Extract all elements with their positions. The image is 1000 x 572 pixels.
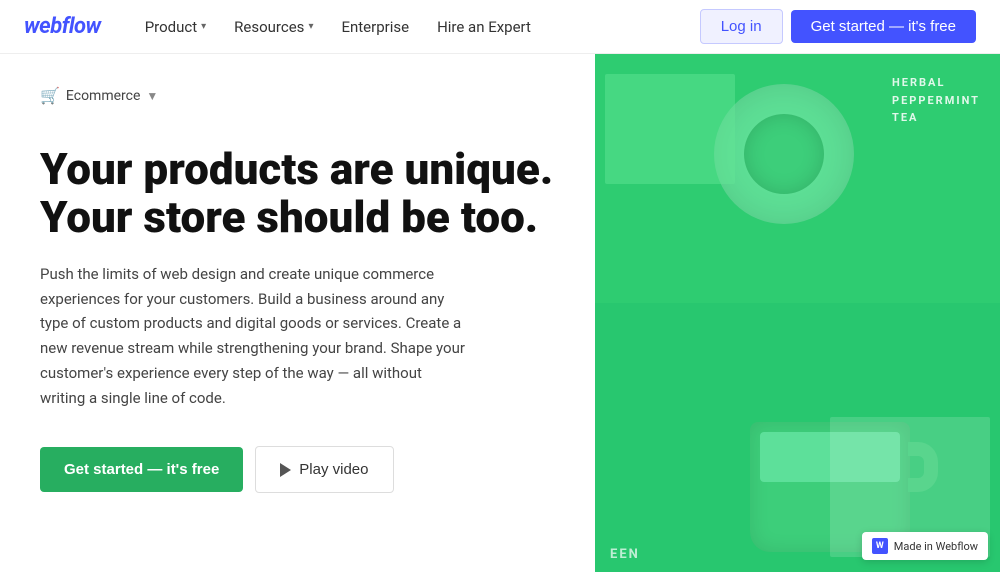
bottom-text-overlay: EEN xyxy=(610,547,640,562)
play-video-label: Play video xyxy=(299,461,368,478)
chevron-down-icon: ▾ xyxy=(308,21,313,32)
nav-actions: Log in Get started — it's free xyxy=(700,9,976,44)
tea-top-section: HERBAL PEPPERMINT TEA xyxy=(595,54,1000,303)
hero-left: 🛒 Ecommerce ▼ Your products are unique. … xyxy=(0,54,595,572)
chevron-down-icon: ▾ xyxy=(201,21,206,32)
nav-resources-label: Resources xyxy=(234,18,304,36)
badge-label: Made in Webflow xyxy=(894,540,978,553)
nav-item-hire-expert[interactable]: Hire an Expert xyxy=(425,12,543,42)
nav-enterprise-label: Enterprise xyxy=(341,18,409,36)
breadcrumb-label: Ecommerce xyxy=(66,88,140,104)
play-icon xyxy=(280,463,291,477)
nav-product-label: Product xyxy=(145,18,197,36)
made-in-webflow-badge[interactable]: W Made in Webflow xyxy=(862,532,988,560)
product-text-overlay: HERBAL PEPPERMINT TEA xyxy=(892,74,980,127)
play-video-button[interactable]: Play video xyxy=(255,446,393,493)
webflow-badge-logo: W xyxy=(872,538,888,554)
navbar: webflow Product ▾ Resources ▾ Enterprise… xyxy=(0,0,1000,54)
hero-buttons: Get started — it's free Play video xyxy=(40,446,555,493)
hero-headline: Your products are unique. Your store sho… xyxy=(40,145,555,242)
green-background: HERBAL PEPPERMINT TEA EEN W Made in Webf… xyxy=(595,54,1000,572)
breadcrumb[interactable]: 🛒 Ecommerce ▼ xyxy=(40,86,555,105)
overlay-card-top xyxy=(605,74,735,184)
nav-hire-label: Hire an Expert xyxy=(437,18,531,36)
hero-image: HERBAL PEPPERMINT TEA EEN W Made in Webf… xyxy=(595,54,1000,572)
hero-body-text: Push the limits of web design and create… xyxy=(40,262,470,411)
nav-links: Product ▾ Resources ▾ Enterprise Hire an… xyxy=(133,12,700,42)
hero-cta-button[interactable]: Get started — it's free xyxy=(40,447,243,492)
main-content: 🛒 Ecommerce ▼ Your products are unique. … xyxy=(0,54,1000,572)
nav-item-enterprise[interactable]: Enterprise xyxy=(329,12,421,42)
webflow-logo[interactable]: webflow xyxy=(24,14,101,39)
nav-item-resources[interactable]: Resources ▾ xyxy=(222,12,325,42)
login-button[interactable]: Log in xyxy=(700,9,783,44)
get-started-button[interactable]: Get started — it's free xyxy=(791,10,976,43)
chevron-down-icon: ▼ xyxy=(146,89,158,103)
nav-item-product[interactable]: Product ▾ xyxy=(133,12,218,42)
cart-icon: 🛒 xyxy=(40,86,60,105)
